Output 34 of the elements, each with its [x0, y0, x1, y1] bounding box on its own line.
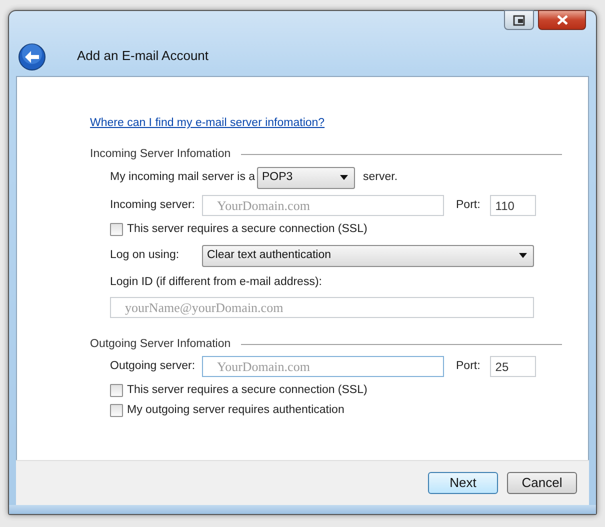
field-label: Outgoing server: — [110, 359, 196, 374]
dropdown-arrow-icon — [519, 253, 527, 258]
port-field[interactable]: 25 — [490, 356, 536, 378]
server-type-dropdown[interactable]: POP3 — [257, 166, 355, 188]
login-id-field[interactable]: yourName@yourDomain.com — [110, 297, 534, 318]
port-label: Port: — [456, 359, 480, 374]
field-label: My incoming mail server is a — [110, 170, 256, 185]
dialog-button[interactable]: Next — [428, 472, 498, 494]
dialog-button[interactable]: Cancel — [507, 472, 577, 494]
back-button[interactable] — [18, 43, 46, 71]
server-field[interactable]: YourDomain.com — [202, 356, 444, 378]
dropdown-arrow-icon — [340, 175, 348, 180]
restore-button[interactable] — [504, 10, 534, 30]
field-label: Incoming server: — [110, 198, 196, 213]
checkbox[interactable] — [110, 223, 123, 236]
checkbox-label: My outgoing server requires authentication — [127, 403, 344, 418]
close-icon — [556, 15, 568, 25]
checkbox[interactable] — [110, 404, 123, 418]
section-heading: Outgoing Server Infomation — [90, 336, 231, 352]
field-label: server. — [363, 170, 398, 185]
port-field[interactable]: 110 — [490, 195, 536, 216]
checkbox-label: This server requires a secure connection (SSL) — [127, 383, 368, 398]
port-label: Port: — [456, 198, 480, 213]
window-icon — [513, 14, 525, 26]
field-label: Login ID (if different from e-mail address): — [110, 274, 322, 290]
logon-dropdown[interactable]: Clear text authentication — [202, 244, 534, 266]
section-heading: Incoming Server Infomation — [90, 147, 231, 162]
server-field[interactable]: YourDomain.com — [202, 195, 444, 216]
field-label: Log on using: — [110, 248, 180, 263]
window-title: Add an E-mail Account — [77, 46, 209, 64]
checkbox[interactable] — [110, 384, 123, 398]
checkbox-label: This server requires a secure connection (SSL) — [127, 222, 368, 237]
close-button[interactable] — [538, 10, 586, 30]
help-link[interactable]: Where can I find my e-mail server infomation? — [90, 117, 325, 129]
